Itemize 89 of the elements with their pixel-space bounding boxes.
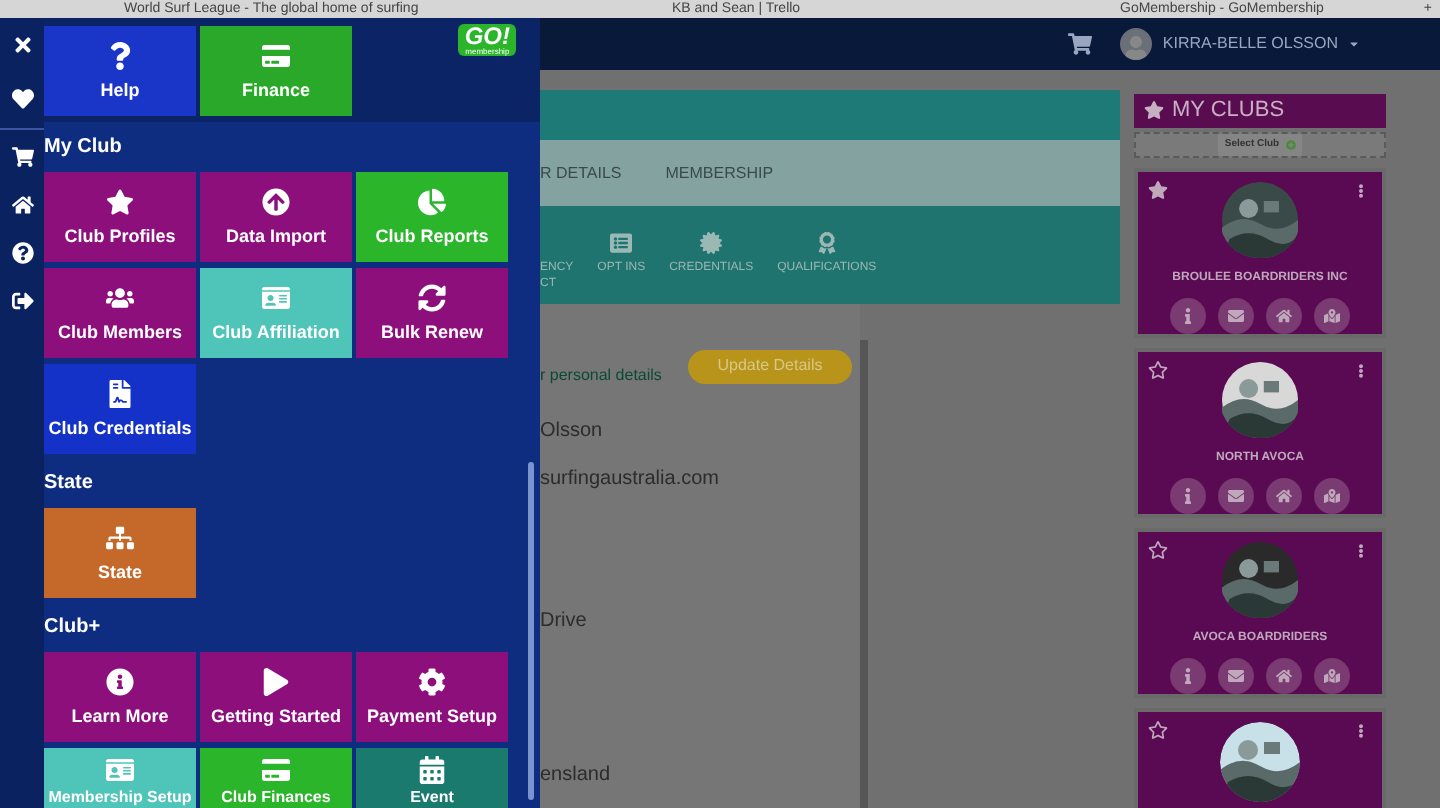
play-icon [262,668,290,696]
club-action-button[interactable] [1170,298,1206,334]
club-action-button[interactable] [1266,478,1302,514]
calendar-icon [418,756,446,784]
section-heading: My Club [44,138,124,158]
star-outline-icon[interactable] [1148,720,1168,740]
menu-tile[interactable]: Club Profiles [44,172,196,262]
club-action-button[interactable] [1266,658,1302,694]
scrollbar[interactable] [528,462,534,800]
more-icon[interactable] [1356,724,1366,738]
star-icon[interactable] [1148,180,1168,200]
menu-tile[interactable]: Data Import [200,172,352,262]
caret-icon [1348,38,1360,50]
info-icon [1180,488,1196,504]
upload-icon [262,188,290,216]
question-icon [106,42,134,70]
sign-out-icon[interactable] [11,290,33,312]
field-value: Drive [540,608,589,636]
menu-tile[interactable]: Learn More [44,652,196,742]
club-action-button[interactable] [1218,658,1254,694]
my-clubs-header: MY CLUBS [1134,94,1386,127]
star-icon [106,188,134,216]
info-icon [1180,668,1196,684]
map-pin-icon [1324,668,1340,684]
club-action-button[interactable] [1266,298,1302,334]
menu-tile[interactable]: Club Credentials [44,364,196,454]
star-outline-icon[interactable] [1148,360,1168,380]
tab[interactable]: R DETAILS [540,161,622,185]
menu-tile[interactable]: Club Members [44,268,196,358]
field-value: ensland [540,762,613,790]
menu-tile[interactable]: Event [356,748,508,808]
user-menu[interactable]: KIRRA-BELLE OLSSON [1120,28,1360,60]
info-icon [106,668,134,696]
menu-tile[interactable]: Payment Setup [356,652,508,742]
map-pin-icon [1324,308,1340,324]
info-icon [1180,308,1196,324]
mail-icon [1228,488,1244,504]
settings-icon [418,668,446,696]
more-icon[interactable] [1356,544,1366,558]
close-icon[interactable] [11,34,33,56]
star-icon [1144,100,1164,121]
home-icon [1276,488,1292,504]
refresh-icon [418,284,446,312]
mail-icon [1228,308,1244,324]
club-action-button[interactable] [1314,658,1350,694]
map-pin-icon [1324,488,1340,504]
club-action-button[interactable] [1314,478,1350,514]
hierarchy-icon [106,524,134,552]
home-icon [1276,668,1292,684]
menu-tile[interactable]: Help [44,26,196,116]
cart-icon[interactable] [1068,32,1093,56]
tab[interactable]: MEMBERSHIP [665,161,774,185]
mail-icon [1228,668,1244,684]
menu-tile[interactable]: Bulk Renew [356,268,508,358]
menu-tile[interactable]: Getting Started [200,652,352,742]
section-heading: State [44,474,95,494]
credit-card-icon [262,42,290,70]
menu-tile[interactable]: Club Finances [200,748,352,808]
pie-chart-icon [418,188,446,216]
club-action-button[interactable] [1314,298,1350,334]
section-heading: Club+ [44,618,103,638]
cart-icon[interactable] [11,146,33,168]
avatar-icon [1120,28,1153,60]
menu-tile[interactable]: Finance [200,26,352,116]
id-card-icon [106,756,134,784]
document-icon [106,380,134,408]
section-heading: r personal details [540,364,662,388]
add-icon [1285,139,1296,150]
club-action-button[interactable] [1170,478,1206,514]
star-outline-icon[interactable] [1148,540,1168,560]
field-value: Olsson [540,418,605,446]
club-action-button[interactable] [1218,478,1254,514]
menu-tile[interactable]: State [44,508,196,598]
list-icon [610,232,633,254]
menu-tile[interactable]: Club Reports [356,172,508,262]
more-icon[interactable] [1356,184,1366,198]
id-card-icon [262,284,290,312]
home-icon[interactable] [11,194,33,216]
field-value: surfingaustralia.com [540,466,721,494]
badge-icon [700,232,723,254]
more-icon[interactable] [1356,364,1366,378]
certificate-icon [815,232,838,254]
help-icon[interactable] [11,242,33,264]
credit-card-icon [262,756,290,784]
heart-icon[interactable] [11,88,33,110]
home-icon [1276,308,1292,324]
club-action-button[interactable] [1170,658,1206,694]
users-icon [106,284,134,312]
club-action-button[interactable] [1218,298,1254,334]
